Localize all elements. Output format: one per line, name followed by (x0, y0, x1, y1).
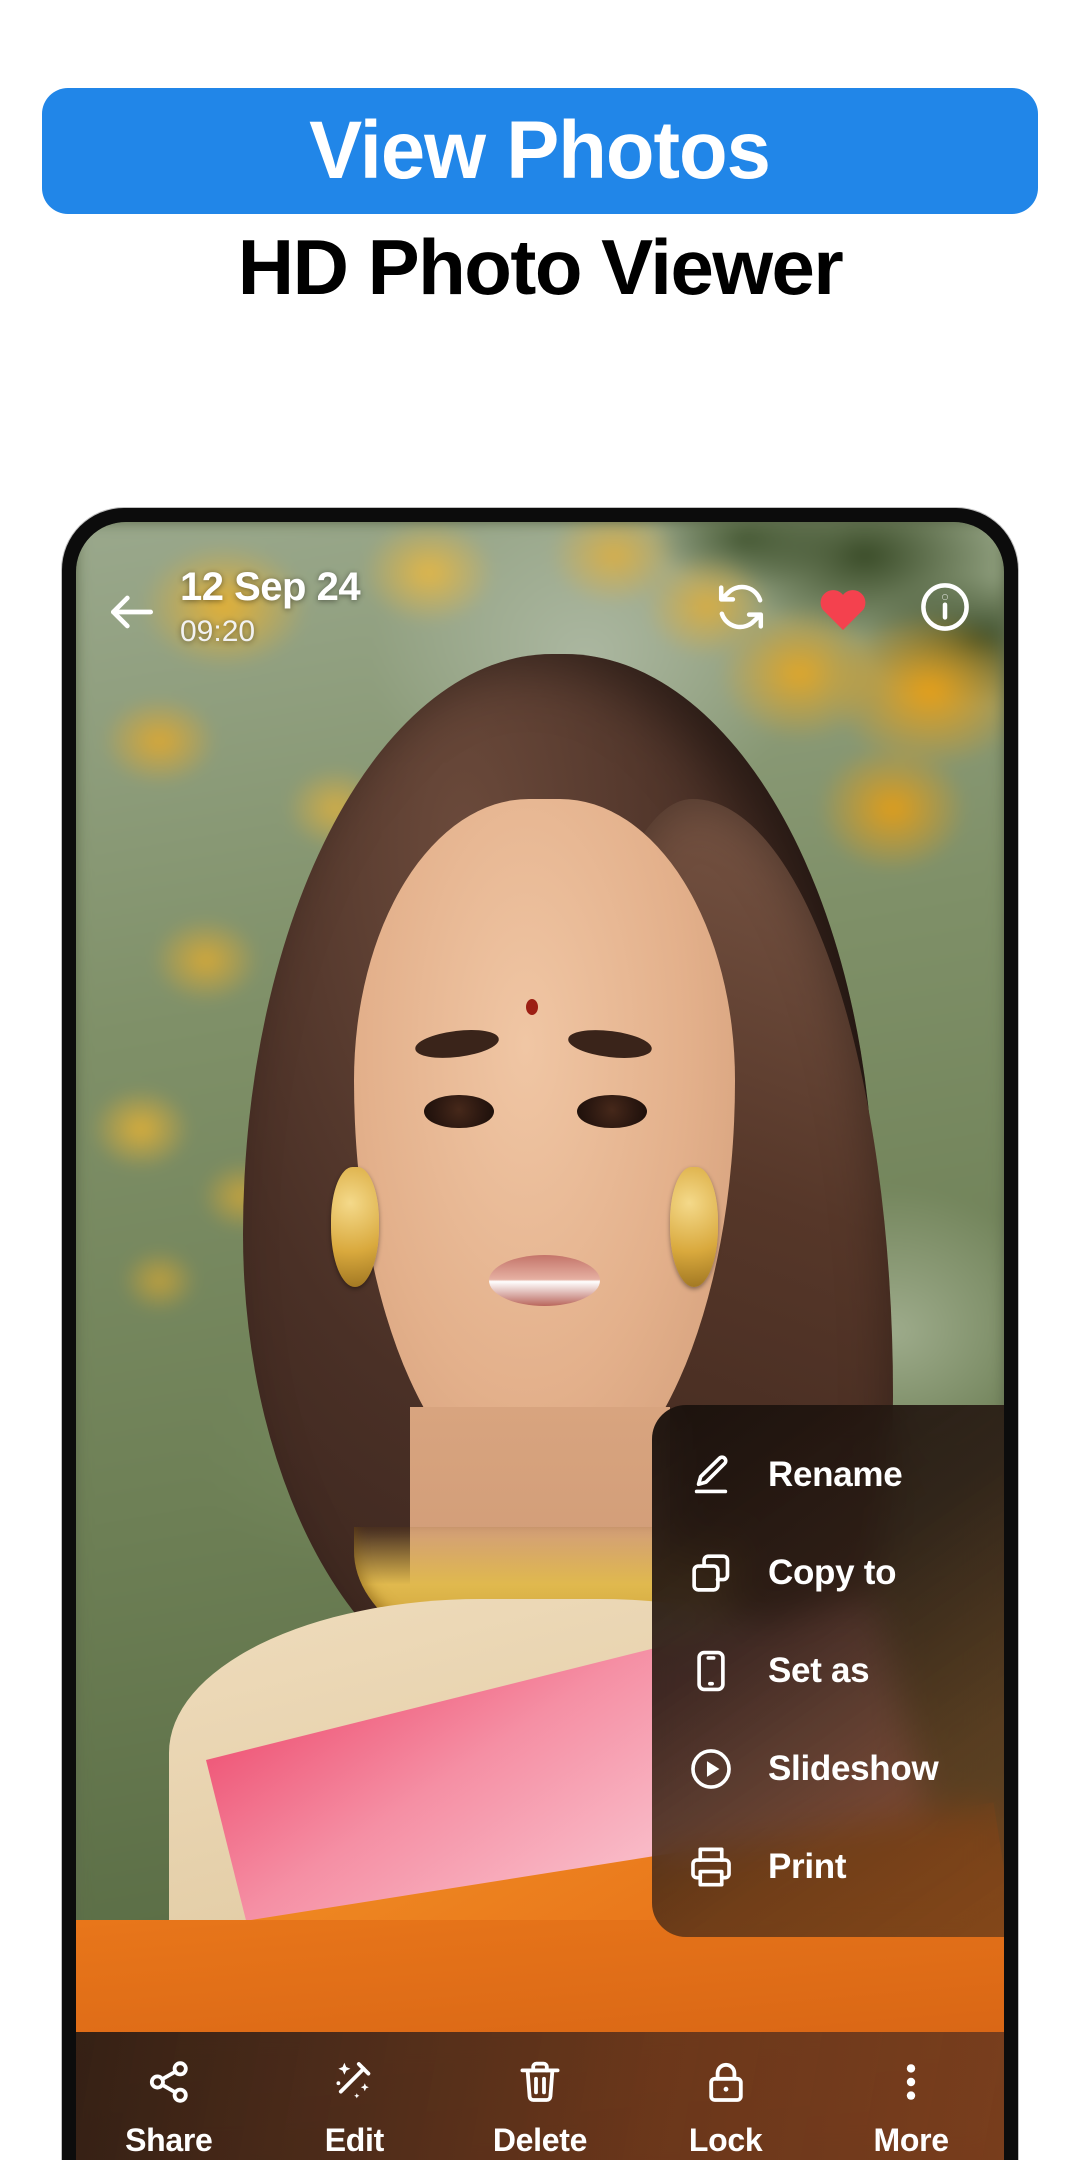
lock-icon (708, 2062, 743, 2102)
photo-time: 09:20 (180, 615, 256, 648)
app-subtitle: HD Photo Viewer (237, 223, 844, 311)
toolbar-item-lock-label: Lock (688, 2122, 763, 2158)
magic-wand-icon (336, 2062, 371, 2099)
toolbar-item-share[interactable]: Share (76, 2058, 262, 2159)
menu-item-copy-to-label: Copy to (768, 1553, 897, 1592)
photo-context-menu: Rename Copy to Set as Slideshow Print (652, 1405, 1004, 1937)
toolbar-item-delete[interactable]: Delete (447, 2058, 633, 2159)
play-circle-icon (691, 1749, 731, 1789)
more-vertical-icon (906, 2064, 916, 2100)
info-icon[interactable] (918, 580, 972, 634)
promo-screenshot: View Photos HD Photo Viewer 12 Sep 24 09… (0, 0, 1080, 2160)
photo-date: 12 Sep 24 (180, 565, 361, 609)
toolbar-item-edit-label: Edit (324, 2122, 385, 2158)
menu-item-slideshow[interactable]: Slideshow (652, 1729, 1004, 1809)
view-photos-button-label: View Photos (309, 105, 772, 196)
menu-item-print[interactable]: Print (652, 1827, 1004, 1907)
toolbar-item-more[interactable]: More (818, 2058, 1004, 2159)
phone-screen: 12 Sep 24 09:20 Rename Copy to Set as Sl… (76, 522, 1004, 2160)
menu-item-print-label: Print (768, 1847, 847, 1886)
viewer-topbar: 12 Sep 24 09:20 (76, 522, 1004, 682)
back-arrow-icon[interactable] (104, 584, 160, 640)
subject-eye-right (577, 1094, 647, 1129)
phone-icon (697, 1650, 725, 1692)
topbar-actions (714, 580, 972, 634)
favorite-heart-icon[interactable] (816, 582, 870, 632)
subject-lips (488, 1254, 601, 1307)
printer-icon (691, 1847, 731, 1887)
menu-item-copy-to[interactable]: Copy to (652, 1533, 1004, 1613)
menu-item-rename-label: Rename (768, 1455, 903, 1494)
toolbar-item-more-label: More (873, 2122, 950, 2158)
menu-item-rename[interactable]: Rename (652, 1435, 1004, 1515)
subject-earring-right (669, 1166, 719, 1288)
subject-bindi (526, 998, 539, 1015)
pencil-icon (694, 1455, 728, 1494)
subject-eye-left (424, 1094, 494, 1129)
menu-item-slideshow-label: Slideshow (768, 1749, 939, 1788)
toolbar-item-share-label: Share (125, 2122, 213, 2158)
copy-icon (692, 1554, 730, 1592)
menu-item-set-as-label: Set as (768, 1651, 870, 1690)
toolbar-item-delete-label: Delete (492, 2122, 588, 2158)
view-photos-button[interactable]: View Photos (42, 88, 1038, 214)
viewer-bottom-toolbar: Share Edit Delete Lock More (76, 2032, 1004, 2160)
rotate-icon[interactable] (714, 580, 768, 634)
share-icon (149, 2061, 188, 2103)
toolbar-item-lock[interactable]: Lock (633, 2058, 819, 2159)
photo-title-block: 12 Sep 24 09:20 (180, 565, 361, 648)
toolbar-item-edit[interactable]: Edit (262, 2058, 448, 2159)
phone-frame: 12 Sep 24 09:20 Rename Copy to Set as Sl… (62, 508, 1018, 2160)
trash-icon (520, 2061, 560, 2102)
menu-item-set-as[interactable]: Set as (652, 1631, 1004, 1711)
